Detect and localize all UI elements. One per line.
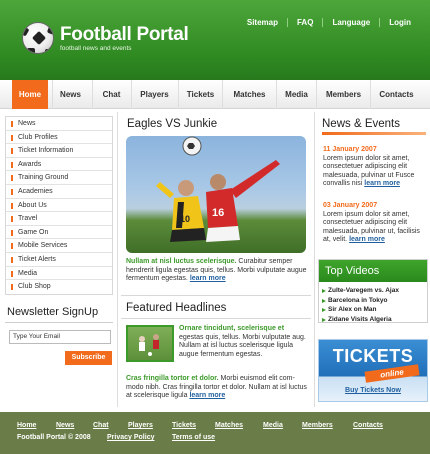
nav-home[interactable]: Home [12,80,48,109]
sidebar-item-game-on[interactable]: Game On [6,226,112,240]
divider [121,295,311,296]
feature-summary: Nullam at nisl luctus scelerisque. Curab… [126,258,310,284]
nav-players[interactable]: Players [131,80,177,109]
nav-matches[interactable]: Matches [222,80,276,109]
soccer-ball-logo-icon[interactable] [22,22,54,54]
svg-text:16: 16 [212,207,224,219]
soccer-match-thumbnail [139,334,159,356]
headline-item-2: Cras fringilla tortor et dolor. Morbi eu… [126,375,310,401]
site-footer: Home News Chat Players Tickets Matches M… [0,412,430,454]
column-divider [314,112,315,407]
newsletter-title: Newsletter SignUp [7,306,99,318]
footer-terms-link[interactable]: Terms of use [172,434,215,441]
sidebar-item-club-profiles[interactable]: Club Profiles [6,131,112,145]
nav-contacts[interactable]: Contacts [370,80,422,109]
footer-link-matches[interactable]: Matches [215,422,243,429]
footer-privacy-link[interactable]: Privacy Policy [107,434,154,441]
news-events-title: News & Events [322,118,400,130]
news-learn-more-link[interactable]: learn more [349,236,385,243]
sidebar-item-training-ground[interactable]: Training Ground [6,171,112,185]
news-item: 03 January 2007 Lorem ipsum dolor sit am… [323,202,425,245]
buy-tickets-link[interactable]: Buy Tickets Now [319,387,427,394]
top-utility-nav: Sitemap FAQ Language Login [238,18,420,27]
video-link[interactable]: Zulte-Varegem vs. Ajax [319,286,427,296]
headline-2-lead: Cras fringilla tortor et dolor. [126,375,219,382]
sidebar-item-ticket-alerts[interactable]: Ticket Alerts [6,253,112,267]
sidebar-item-club-shop[interactable]: Club Shop [6,280,112,294]
left-sidebar: News Club Profiles Ticket Information Aw… [5,116,113,365]
sidebar-item-travel[interactable]: Travel [6,212,112,226]
news-learn-more-link[interactable]: learn more [364,180,400,187]
sidebar-item-academies[interactable]: Academies [6,185,112,199]
top-videos-panel: Top Videos Zulte-Varegem vs. Ajax Barcel… [318,259,428,323]
feature-learn-more-link[interactable]: learn more [190,275,226,282]
news-item: 11 January 2007 Lorem ipsum dolor sit am… [323,146,425,189]
news-events-accent-bar [322,132,426,135]
sidebar-item-awards[interactable]: Awards [6,158,112,172]
site-header: Football Portal football news and events… [0,0,430,80]
footer-link-media[interactable]: Media [263,422,283,429]
feature-photo[interactable]: 16 10 [126,136,306,253]
language-link[interactable]: Language [322,18,379,27]
tickets-online-banner[interactable]: TICKETS online Buy Tickets Now [318,339,428,402]
sidebar-item-ticket-information[interactable]: Ticket Information [6,144,112,158]
sidebar-item-media[interactable]: Media [6,267,112,281]
nav-members[interactable]: Members [316,80,370,109]
sidebar-menu: News Club Profiles Ticket Information Aw… [5,116,113,295]
nav-tickets[interactable]: Tickets [178,80,222,109]
feature-title: Eagles VS Junkie [127,118,218,130]
footer-link-players[interactable]: Players [128,422,153,429]
tickets-banner-headline: TICKETS [332,346,414,366]
sidebar-item-mobile-services[interactable]: Mobile Services [6,239,112,253]
faq-link[interactable]: FAQ [286,18,322,27]
sitemap-link[interactable]: Sitemap [238,18,287,27]
footer-link-chat[interactable]: Chat [93,422,109,429]
news-date: 03 January 2007 [323,202,378,209]
headline-1-lead: Ornare tincidunt, scelerisque et [179,325,285,332]
featured-headlines-title: Featured Headlines [126,302,227,314]
soccer-players-illustration: 16 10 [156,136,280,242]
tickets-banner-tag: online [364,364,420,383]
feature-lead: Nullam at nisl luctus scelerisque. [126,258,237,265]
headline-thumbnail[interactable] [126,325,174,362]
nav-news[interactable]: News [52,80,88,109]
nav-media[interactable]: Media [276,80,316,109]
divider [5,322,113,323]
news-date: 11 January 2007 [323,146,377,153]
site-title[interactable]: Football Portal [60,24,189,46]
newsletter-email-input[interactable]: Type Your Email [9,330,111,344]
footer-link-home[interactable]: Home [17,422,36,429]
footer-link-tickets[interactable]: Tickets [172,422,196,429]
footer-link-members[interactable]: Members [302,422,333,429]
site-subtitle: football news and events [60,45,132,52]
video-link[interactable]: Barcelona in Tokyo [319,296,427,306]
video-link[interactable]: Zidane Visits Algeria [319,315,427,325]
sidebar-item-about-us[interactable]: About Us [6,199,112,213]
divider [121,318,311,319]
column-divider [117,112,118,407]
top-videos-title: Top Videos [319,260,427,282]
video-link[interactable]: Sir Alex on Man [319,305,427,315]
sidebar-item-news[interactable]: News [6,117,112,131]
main-nav: Home News Chat Players Tickets Matches M… [0,80,430,109]
login-link[interactable]: Login [379,18,420,27]
headlines-learn-more-link[interactable]: learn more [189,392,225,399]
subscribe-button[interactable]: Subscribe [65,351,112,365]
footer-link-news[interactable]: News [56,422,74,429]
headline-item-1: Ornare tincidunt, scelerisque et egestas… [179,325,309,359]
headline-1-body: egestas quis, tellus. Morbi vulputate au… [179,333,306,358]
svg-text:10: 10 [180,214,190,224]
footer-copyright: Football Portal © 2008 [17,434,91,441]
nav-chat[interactable]: Chat [92,80,130,109]
footer-link-contacts[interactable]: Contacts [353,422,383,429]
